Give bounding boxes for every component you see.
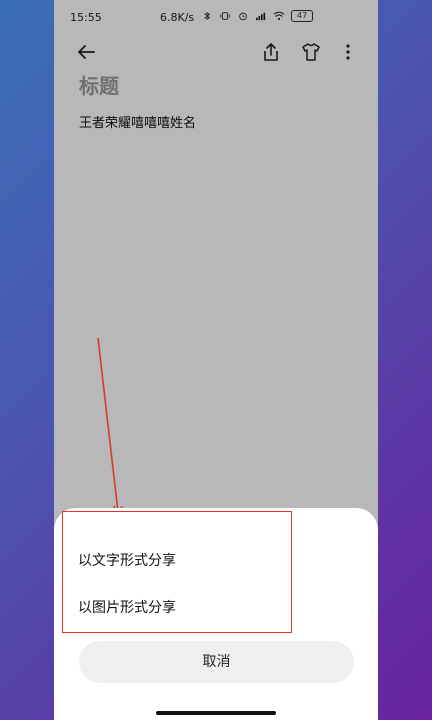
- share-as-image-option[interactable]: 以图片形式分享: [78, 597, 176, 617]
- share-sheet: 以文字形式分享 以图片形式分享 取消: [54, 508, 378, 720]
- cancel-button[interactable]: 取消: [79, 641, 354, 683]
- home-indicator[interactable]: [156, 711, 276, 715]
- phone-screen: 15:55 6.8K/s 47 标题 王者荣耀嘻嘻嘻姓名 以文字形式分享 以图片…: [54, 0, 378, 720]
- share-as-text-option[interactable]: 以文字形式分享: [78, 550, 176, 570]
